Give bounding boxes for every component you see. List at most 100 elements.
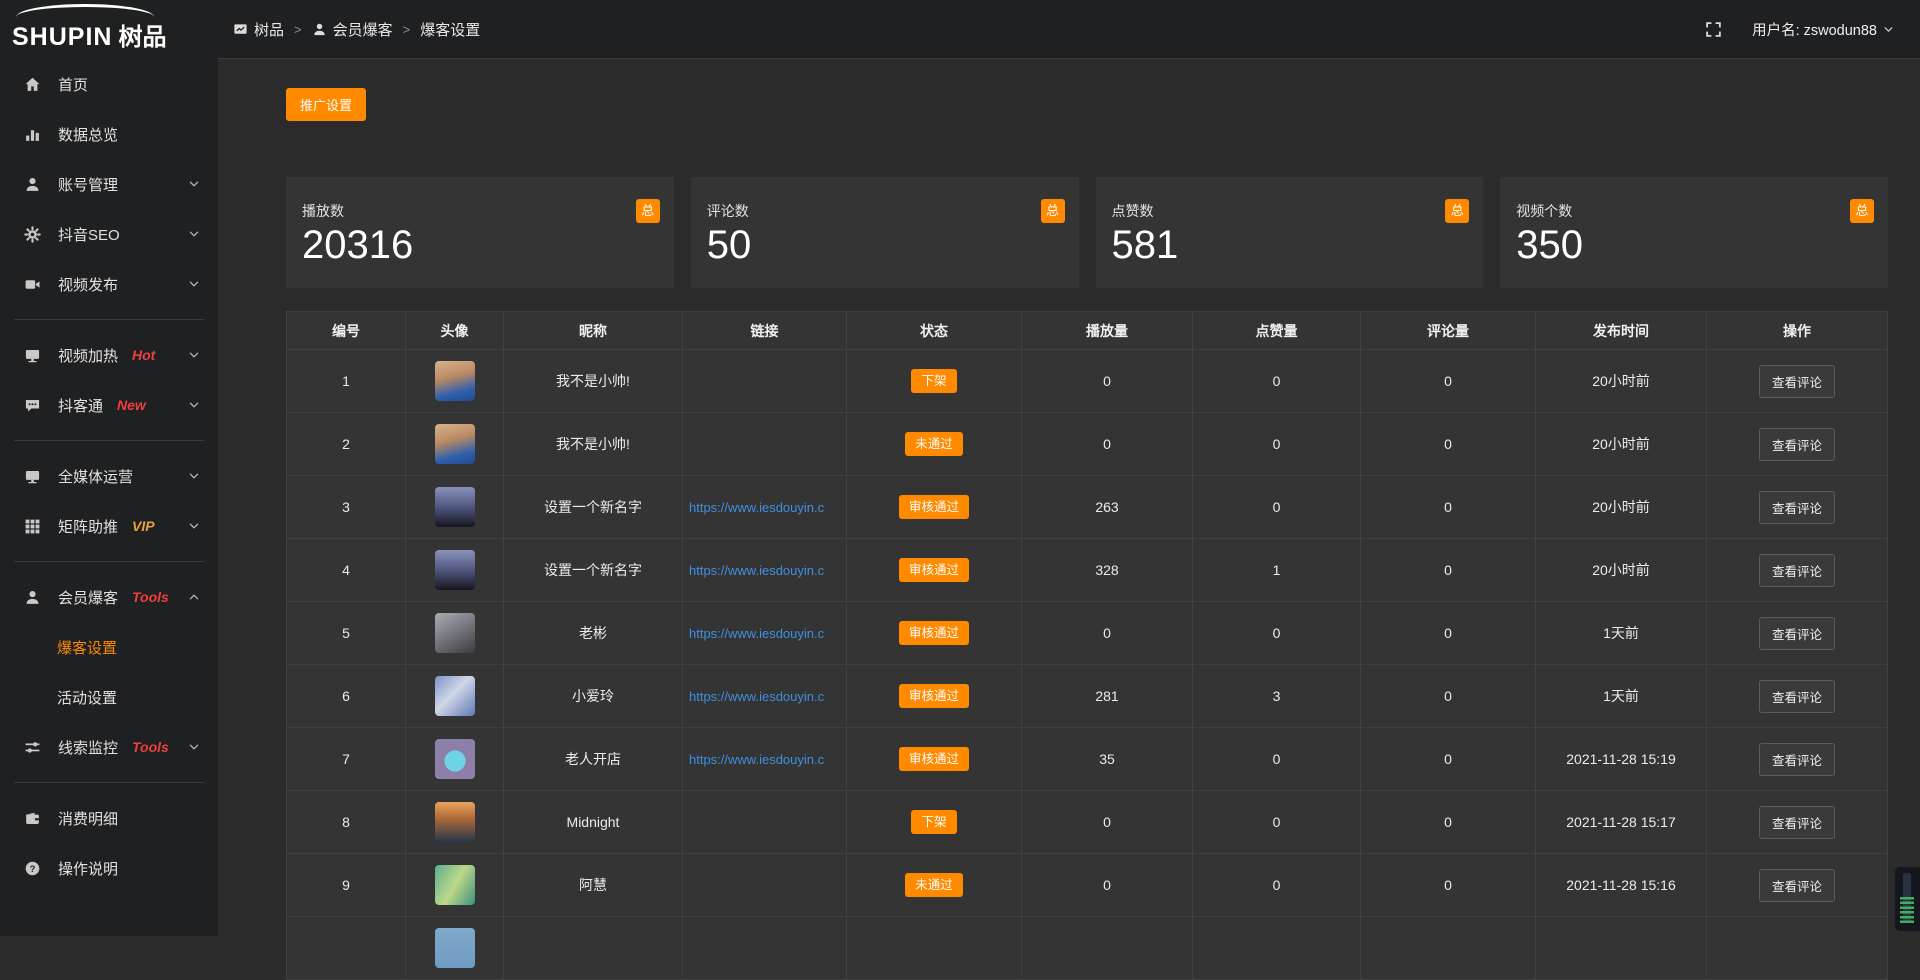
sidebar-item-label: 账号管理: [58, 174, 118, 195]
row-link[interactable]: https://www.iesdouyin.c: [683, 500, 846, 515]
row-nickname: 设置一个新名字: [504, 539, 683, 602]
table-row: 2 我不是小帅! 未通过 0 0 0 20小时前 查看评论: [287, 413, 1888, 476]
logo: SHUPIN 树品: [0, 0, 218, 59]
breadcrumb-separator: >: [403, 22, 411, 37]
status-badge: 审核通过: [899, 558, 969, 583]
row-publish-time: 2021-11-28 15:17: [1536, 791, 1707, 854]
sidebar-divider: [14, 440, 204, 441]
sidebar-item-clue-monitor[interactable]: 线索监控Tools: [0, 722, 218, 772]
monitor-icon: [24, 347, 41, 364]
sidebar-item-douyin-seo[interactable]: 抖音SEO: [0, 209, 218, 259]
row-link[interactable]: https://www.iesdouyin.c: [683, 689, 846, 704]
breadcrumb-item-shupin[interactable]: 树品: [233, 19, 284, 40]
sidebar-item-account-manage[interactable]: 账号管理: [0, 159, 218, 209]
sidebar-divider: [14, 782, 204, 783]
table-row: 9 阿慧 未通过 0 0 0 2021-11-28 15:16 查看评论: [287, 854, 1888, 917]
video-table: 编号 头像 昵称 链接 状态 播放量 点赞量 评论量 发布时间 操作 1 我不是…: [286, 311, 1888, 980]
view-comments-button[interactable]: 查看评论: [1759, 554, 1835, 587]
table-row: 8 Midnight 下架 0 0 0 2021-11-28 15:17 查看评…: [287, 791, 1888, 854]
row-likes: [1193, 917, 1361, 980]
row-likes: 0: [1193, 476, 1361, 539]
row-link[interactable]: https://www.iesdouyin.c: [683, 626, 846, 641]
scroll-widget[interactable]: [1895, 867, 1920, 931]
status-badge: 未通过: [905, 432, 963, 457]
view-comments-button[interactable]: 查看评论: [1759, 806, 1835, 839]
video-icon: [24, 276, 41, 293]
breadcrumb-item-member-baoke[interactable]: 会员爆客: [312, 19, 393, 40]
sidebar-item-label: 数据总览: [58, 124, 118, 145]
col-header-nickname: 昵称: [504, 312, 683, 350]
row-publish-time: 20小时前: [1536, 350, 1707, 413]
breadcrumb-label: 爆客设置: [420, 19, 480, 40]
row-nickname: 小爱玲: [504, 665, 683, 728]
row-likes: 0: [1193, 854, 1361, 917]
stat-card-plays: 播放数 20316 总: [286, 177, 674, 288]
view-comments-button[interactable]: 查看评论: [1759, 617, 1835, 650]
sidebar-subitem-baoke-settings[interactable]: 爆客设置: [0, 622, 218, 672]
chat-icon: [24, 397, 41, 414]
row-id: [287, 917, 406, 980]
view-comments-button[interactable]: 查看评论: [1759, 365, 1835, 398]
sidebar-item-operation-guide[interactable]: ?操作说明: [0, 843, 218, 893]
sidebar-item-matrix-boost[interactable]: 矩阵助推 VIP: [0, 501, 218, 551]
sidebar-item-video-publish[interactable]: 视频发布: [0, 259, 218, 309]
row-nickname: 我不是小帅!: [504, 413, 683, 476]
wallet-icon: [24, 810, 41, 827]
sidebar-item-label: 会员爆客: [58, 587, 118, 608]
stat-card-comments: 评论数 50 总: [691, 177, 1079, 288]
sidebar-item-media-operation[interactable]: 全媒体运营: [0, 451, 218, 501]
chevron-down-icon: [188, 278, 200, 290]
promo-settings-button[interactable]: 推广设置: [286, 88, 366, 121]
sidebar-item-badge: VIP: [132, 518, 155, 534]
sidebar-item-label: 矩阵助推: [58, 516, 118, 537]
row-likes: 0: [1193, 728, 1361, 791]
table-row: 3 设置一个新名字 https://www.iesdouyin.c 审核通过 2…: [287, 476, 1888, 539]
view-comments-button[interactable]: 查看评论: [1759, 428, 1835, 461]
row-id: 5: [287, 602, 406, 665]
sidebar-item-member-baoke[interactable]: 会员爆客Tools: [0, 572, 218, 622]
row-nickname: 设置一个新名字: [504, 476, 683, 539]
user-menu[interactable]: 用户名: zswodun88: [1752, 19, 1894, 40]
view-comments-button[interactable]: 查看评论: [1759, 680, 1835, 713]
row-plays: 35: [1022, 728, 1193, 791]
sliders-icon: [24, 739, 41, 756]
sidebar-item-video-heat[interactable]: 视频加热Hot: [0, 330, 218, 380]
row-link[interactable]: https://www.iesdouyin.c: [683, 563, 846, 578]
col-header-likes: 点赞量: [1193, 312, 1361, 350]
table-header-row: 编号 头像 昵称 链接 状态 播放量 点赞量 评论量 发布时间 操作: [287, 312, 1888, 350]
sidebar-menu: 首页数据总览账号管理抖音SEO视频发布视频加热Hot抖客通New全媒体运营矩阵助…: [0, 59, 218, 893]
breadcrumb-item-baoke-settings[interactable]: 爆客设置: [420, 19, 480, 40]
sidebar-item-label: 首页: [58, 74, 88, 95]
sidebar-item-home[interactable]: 首页: [0, 59, 218, 109]
chevron-down-icon: [188, 470, 200, 482]
sidebar-item-data-overview[interactable]: 数据总览: [0, 109, 218, 159]
chevron-down-icon: [188, 399, 200, 411]
row-id: 4: [287, 539, 406, 602]
help-icon: ?: [24, 860, 41, 877]
sidebar-item-badge: New: [117, 397, 146, 413]
logo-brand-cn: 树品: [118, 26, 166, 50]
row-plays: 0: [1022, 413, 1193, 476]
gear-icon: [24, 226, 41, 243]
row-publish-time: [1536, 917, 1707, 980]
fullscreen-icon[interactable]: [1705, 21, 1722, 38]
main-content: 推广设置 播放数 20316 总 评论数 50 总 点赞数 581 总 视频个数…: [218, 60, 1920, 936]
row-likes: 0: [1193, 413, 1361, 476]
sidebar-item-consume-detail[interactable]: 消费明细: [0, 793, 218, 843]
view-comments-button[interactable]: 查看评论: [1759, 491, 1835, 524]
sidebar-subitem-label: 活动设置: [57, 687, 117, 708]
stat-label: 视频个数: [1516, 201, 1872, 221]
row-link[interactable]: https://www.iesdouyin.c: [683, 752, 846, 767]
avatar: [435, 613, 475, 653]
stat-label: 点赞数: [1112, 201, 1468, 221]
row-nickname: Midnight: [504, 791, 683, 854]
view-comments-button[interactable]: 查看评论: [1759, 743, 1835, 776]
sidebar-item-douketong[interactable]: 抖客通New: [0, 380, 218, 430]
view-comments-button[interactable]: 查看评论: [1759, 869, 1835, 902]
breadcrumb-label: 树品: [254, 19, 284, 40]
col-header-link: 链接: [683, 312, 847, 350]
chevron-down-icon: [1883, 24, 1894, 35]
sidebar-subitem-activity-settings[interactable]: 活动设置: [0, 672, 218, 722]
sidebar-item-label: 抖音SEO: [58, 224, 120, 245]
row-likes: 0: [1193, 791, 1361, 854]
